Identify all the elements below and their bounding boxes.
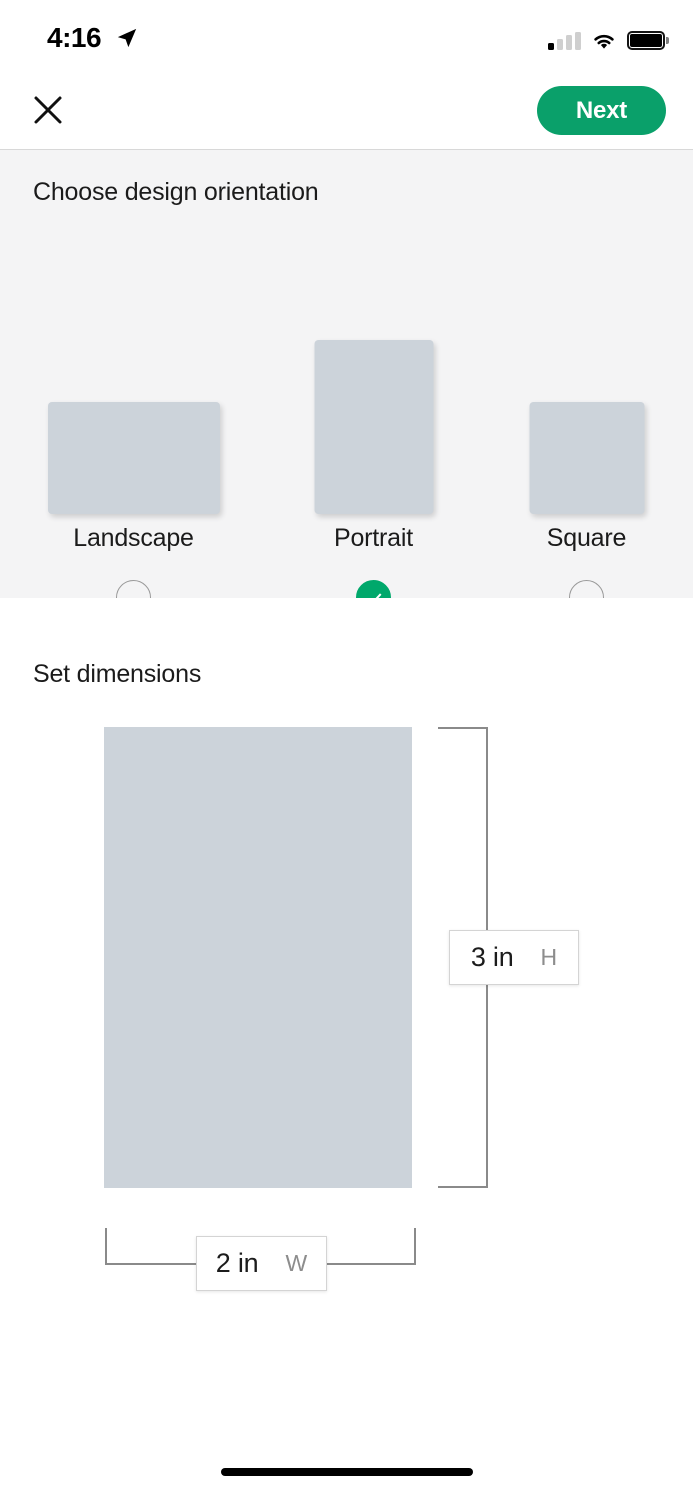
orientation-label-square: Square [546, 524, 627, 552]
close-x-icon [34, 96, 62, 124]
dimensions-section: Set dimensions [0, 598, 693, 1458]
orientation-thumb-wrap [26, 245, 241, 520]
status-bar-indicators [548, 26, 669, 50]
next-button[interactable]: Next [537, 86, 666, 135]
orientation-option-landscape[interactable]: Landscape [26, 245, 241, 615]
width-input[interactable]: 2 in W [196, 1236, 327, 1291]
battery-full-icon [627, 31, 669, 50]
portrait-thumbnail [314, 340, 433, 514]
height-input[interactable]: 3 in H [449, 930, 579, 985]
orientation-thumb-wrap [266, 245, 481, 520]
status-bar: 4:16 [0, 0, 693, 70]
cellular-signal-icon [548, 32, 581, 50]
square-thumbnail [529, 402, 644, 514]
wifi-icon [594, 34, 614, 49]
design-preview-rectangle [104, 727, 412, 1188]
status-bar-time: 4:16 [47, 22, 102, 53]
orientation-thumb-wrap [479, 245, 693, 520]
landscape-thumbnail [47, 402, 220, 514]
height-value: 3 in [470, 942, 514, 972]
orientation-options: Landscape Portrait Square [0, 150, 693, 615]
app-screen: 4:16 Set Up Untitled Vinyl Sticker [0, 0, 693, 1500]
orientation-section: Choose design orientation Landscape Port… [0, 150, 693, 615]
home-indicator[interactable] [220, 1468, 473, 1476]
close-button[interactable] [28, 90, 68, 130]
location-arrow-icon [117, 28, 137, 48]
width-value: 2 in [215, 1248, 259, 1278]
dimensions-section-title: Set dimensions [33, 660, 202, 688]
height-unit-label: H [540, 944, 558, 970]
width-unit-label: W [285, 1250, 308, 1276]
orientation-label-landscape: Landscape [73, 524, 194, 552]
orientation-label-portrait: Portrait [334, 524, 413, 552]
orientation-option-portrait[interactable]: Portrait [266, 245, 481, 615]
orientation-option-square[interactable]: Square [479, 245, 693, 615]
